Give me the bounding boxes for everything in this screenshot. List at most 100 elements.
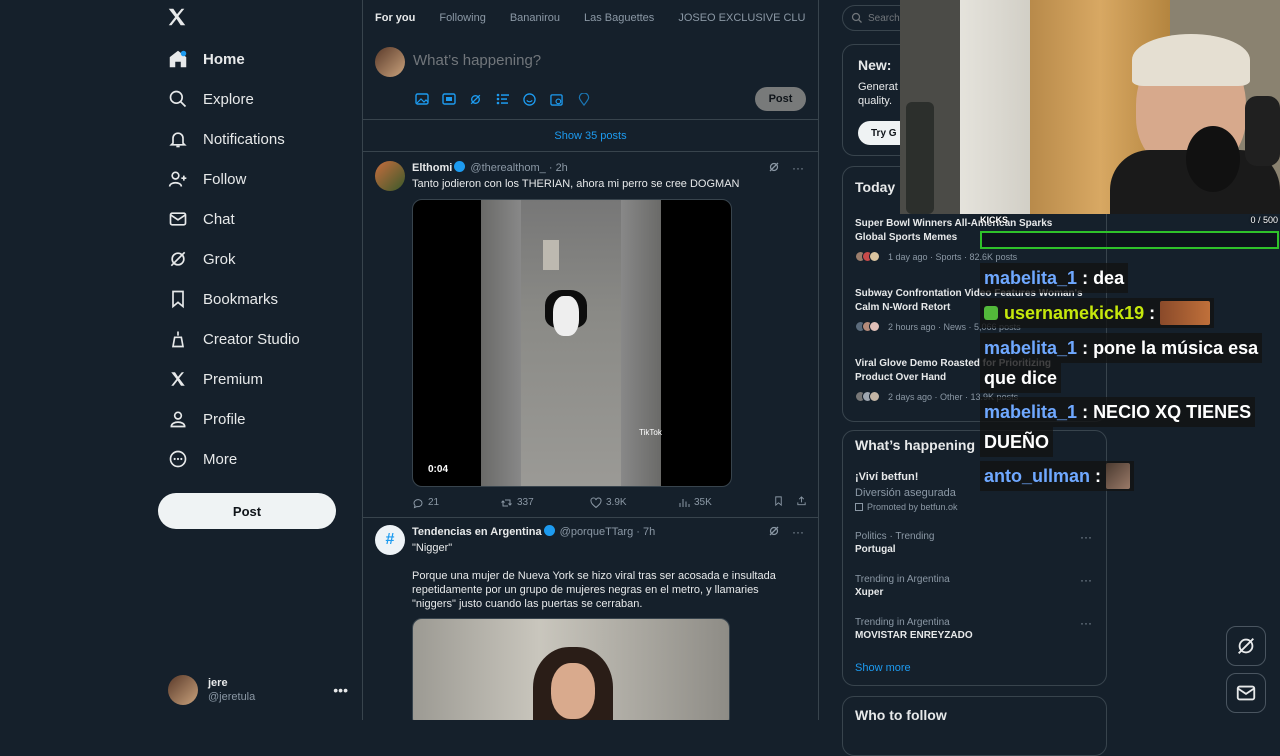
- more-dots-icon[interactable]: ···: [792, 161, 804, 176]
- grok-icon[interactable]: [768, 161, 780, 176]
- more-dots-icon[interactable]: ···: [792, 525, 804, 540]
- kick-badge-icon: [984, 306, 998, 320]
- avatar-stack: [855, 251, 880, 262]
- grok-compose-icon[interactable]: [467, 92, 484, 106]
- tab-following[interactable]: Following: [439, 12, 485, 24]
- emoji-icon[interactable]: [521, 92, 538, 106]
- nav-follow[interactable]: Follow: [166, 159, 246, 199]
- chat-message-continued: que dice: [980, 363, 1062, 393]
- post-button[interactable]: Post: [158, 493, 336, 529]
- webcam-thermos: [906, 102, 934, 214]
- hashtag-avatar-icon[interactable]: #: [375, 525, 405, 555]
- nav-more[interactable]: More: [166, 439, 237, 479]
- person-icon: [166, 407, 190, 431]
- trend-context: Trending in Argentina: [855, 574, 950, 585]
- person-figure: [551, 663, 595, 719]
- tab-las-baguettes[interactable]: Las Baguettes: [584, 12, 654, 24]
- webcam-microphone: [1186, 126, 1240, 192]
- share-icon[interactable]: [796, 495, 807, 510]
- image-icon[interactable]: [413, 92, 430, 106]
- gif-icon[interactable]: [440, 92, 457, 106]
- tweet-handle[interactable]: @therealthom_: [470, 162, 545, 174]
- bookmark-icon: [166, 287, 190, 311]
- chat-username: anto_ullman: [984, 466, 1091, 486]
- tab-joseo-exclusive[interactable]: JOSEO EXCLUSIVE CLU: [678, 12, 805, 24]
- alley-door: [543, 240, 559, 270]
- nav-notifications[interactable]: Notifications: [166, 119, 285, 159]
- follow-icon: [166, 167, 190, 191]
- promo-title[interactable]: ¡Viví betfun!: [855, 471, 918, 483]
- nav-home[interactable]: Home: [166, 39, 245, 79]
- avatar[interactable]: [375, 161, 405, 191]
- chat-message: mabelita_1 : dea: [980, 263, 1129, 293]
- tweet[interactable]: Elthomi @therealthom_ · 2h ··· Tanto jod…: [363, 153, 818, 517]
- trend-title: Portugal: [855, 544, 896, 555]
- news-meta: 1 day ago · Sports · 82.6K posts: [855, 251, 1017, 262]
- nav-profile[interactable]: Profile: [166, 399, 246, 439]
- promoted-icon: [855, 503, 863, 511]
- tweet-author-name[interactable]: Tendencias en Argentina: [412, 526, 542, 538]
- nav-creator-studio[interactable]: Creator Studio: [166, 319, 300, 359]
- nav-bookmarks[interactable]: Bookmarks: [166, 279, 278, 319]
- share-group: [773, 495, 807, 510]
- more-dots-icon[interactable]: •••: [333, 682, 348, 698]
- x-logo-icon[interactable]: [166, 6, 192, 32]
- kicks-label: KICKS: [980, 215, 1009, 225]
- emote-image: [1160, 301, 1211, 325]
- show-posts-link[interactable]: Show 35 posts: [363, 120, 818, 152]
- nav-chat[interactable]: Chat: [166, 199, 235, 239]
- emote-image: [1106, 463, 1131, 489]
- messages-floating-button[interactable]: [1226, 673, 1266, 713]
- premium-title: New:: [858, 57, 892, 73]
- trend-item[interactable]: Trending in Argentina MOVISTAR ENREYZADO: [855, 617, 973, 641]
- webcam-overlay: [900, 0, 1280, 214]
- more-dots-icon[interactable]: ···: [1080, 616, 1092, 630]
- more-dots-icon[interactable]: ···: [1080, 530, 1092, 544]
- chat-text: pone la música esa: [1093, 338, 1259, 358]
- nav-explore[interactable]: Explore: [166, 79, 254, 119]
- like-button[interactable]: 3.9K: [590, 496, 678, 509]
- bookmark-icon[interactable]: [773, 495, 784, 510]
- today-title: Today: [855, 179, 896, 195]
- tab-bananirou[interactable]: Bananirou: [510, 12, 560, 24]
- account-name: jere: [208, 677, 228, 689]
- tweet-handle[interactable]: @porqueTTarg: [560, 526, 634, 538]
- x-icon: [166, 367, 190, 391]
- account-handle: @jeretula: [208, 691, 256, 703]
- compose-input[interactable]: What’s happening?: [413, 52, 541, 69]
- schedule-icon[interactable]: [548, 92, 565, 106]
- views-button[interactable]: 35K: [678, 497, 768, 509]
- grok-floating-button[interactable]: [1226, 626, 1266, 666]
- tweet-video[interactable]: TikTok 0:04: [412, 199, 732, 487]
- tweet-video[interactable]: [412, 618, 730, 720]
- avatar: [375, 47, 405, 77]
- more-dots-icon[interactable]: ···: [1080, 573, 1092, 587]
- nav-grok[interactable]: Grok: [166, 239, 236, 279]
- tweet-author-name[interactable]: Elthomi: [412, 162, 452, 174]
- chat-message-continued: DUEÑO: [980, 427, 1054, 457]
- show-more-link[interactable]: Show more: [855, 662, 911, 674]
- bell-icon: [166, 127, 190, 151]
- tweet-time[interactable]: · 7h: [636, 526, 655, 538]
- location-icon[interactable]: [575, 92, 592, 106]
- account-switcher[interactable]: jere @jeretula •••: [168, 672, 348, 708]
- search-placeholder: Search: [868, 12, 900, 24]
- nav-label: Creator Studio: [203, 330, 300, 348]
- poll-icon[interactable]: [494, 92, 511, 106]
- nav-premium[interactable]: Premium: [166, 359, 263, 399]
- reply-button[interactable]: 21: [412, 497, 500, 509]
- trend-item[interactable]: Politics · Trending Portugal: [855, 531, 934, 555]
- tweet-text: Tanto jodieron con los THERIAN, ahora mi…: [412, 178, 740, 190]
- grok-icon[interactable]: [768, 525, 780, 540]
- retweet-button[interactable]: 337: [500, 497, 590, 509]
- tab-for-you[interactable]: For you: [375, 12, 415, 24]
- chat-username: mabelita_1: [984, 338, 1078, 358]
- compose-post-button[interactable]: Post: [755, 87, 806, 111]
- tweet[interactable]: # Tendencias en Argentina @porqueTTarg ·…: [363, 517, 818, 720]
- promoted-by: Promoted by betfun.ok: [855, 502, 958, 512]
- promoted-text: Promoted by betfun.ok: [867, 502, 958, 512]
- avatar-stack: [855, 321, 880, 332]
- dog-figure: [553, 296, 579, 336]
- tweet-time[interactable]: · 2h: [549, 162, 568, 174]
- trend-item[interactable]: Trending in Argentina Xuper: [855, 574, 950, 598]
